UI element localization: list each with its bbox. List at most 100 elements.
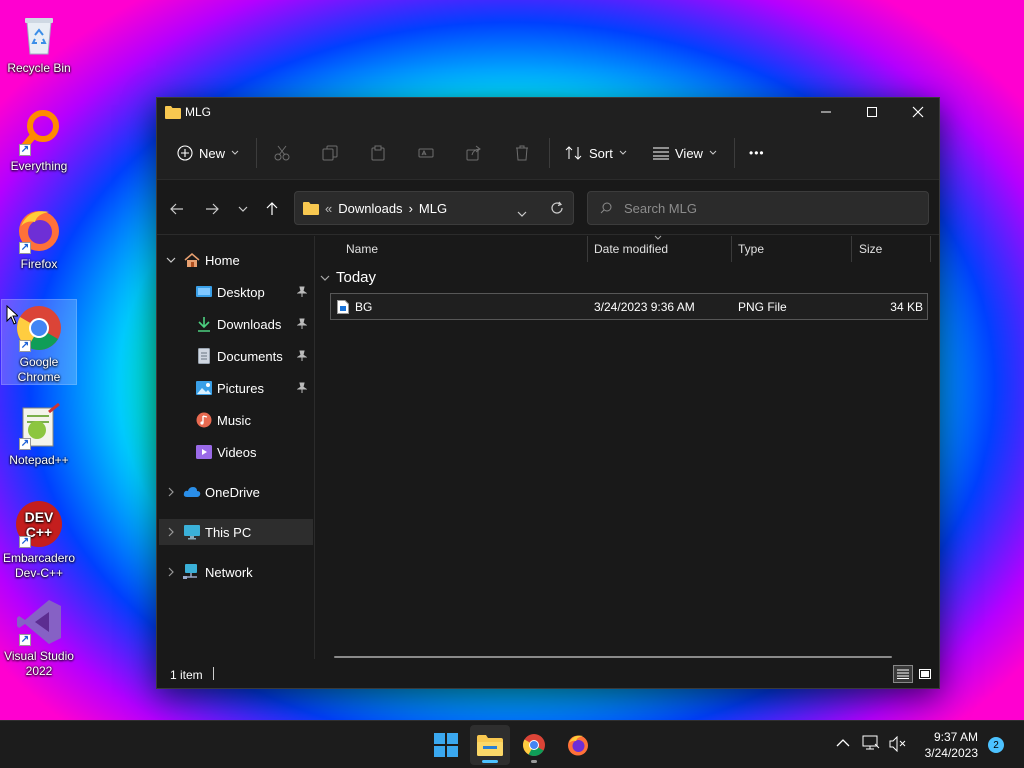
column-header-date[interactable]: Date modified — [586, 235, 732, 262]
taskbar-file-explorer[interactable] — [470, 725, 510, 765]
desktop-icon-visual-studio[interactable]: ↗ Visual Studio 2022 — [2, 594, 76, 679]
paste-button[interactable] — [370, 140, 386, 166]
group-header-today[interactable]: Today — [320, 269, 376, 286]
column-divider[interactable] — [930, 236, 931, 262]
running-indicator — [531, 760, 537, 763]
nav-item-desktop[interactable]: Desktop — [159, 279, 313, 305]
notepad-plus-plus-icon: ↗ — [15, 402, 63, 450]
network-status-button[interactable] — [862, 735, 880, 754]
details-view-button[interactable] — [893, 665, 913, 683]
breadcrumb-mlg[interactable]: MLG — [419, 201, 447, 216]
nav-item-network[interactable]: Network — [159, 559, 313, 585]
group-label: Today — [336, 269, 377, 286]
title-bar[interactable]: MLG — [157, 98, 939, 126]
chevron-right-icon[interactable] — [159, 487, 183, 497]
pin-icon[interactable] — [296, 286, 308, 301]
breadcrumb-separator[interactable]: › — [409, 201, 413, 216]
file-type: PNG File — [738, 300, 787, 314]
pictures-icon — [195, 379, 213, 397]
refresh-button[interactable] — [550, 201, 564, 218]
new-button[interactable]: New — [177, 140, 239, 166]
column-label: Date modified — [594, 242, 669, 256]
desktop-icon-dev-cpp[interactable]: DEV C++ ↗ Embarcadero Dev-C++ — [2, 496, 76, 581]
desktop-icon-label: Recycle Bin — [7, 61, 71, 75]
arrow-up-icon — [266, 202, 278, 215]
copy-button[interactable] — [322, 140, 338, 166]
notification-badge[interactable]: 2 — [988, 737, 1004, 753]
chevron-right-icon[interactable] — [159, 527, 183, 537]
desktop-icon-notepad-plus-plus[interactable]: ↗ Notepad++ — [2, 398, 76, 468]
chevron-down-icon — [517, 211, 527, 217]
nav-item-videos[interactable]: Videos — [159, 439, 313, 465]
system-clock[interactable]: 9:37 AM 3/24/2023 — [925, 729, 978, 761]
chevron-down-icon[interactable] — [159, 257, 183, 263]
close-button[interactable] — [895, 98, 941, 126]
nav-item-music[interactable]: Music — [159, 407, 313, 433]
back-button[interactable] — [165, 197, 189, 221]
pin-icon[interactable] — [296, 350, 308, 365]
svg-text:DEV: DEV — [25, 509, 54, 525]
details-view-icon — [897, 669, 909, 679]
cut-button[interactable] — [274, 140, 290, 166]
nav-label: Music — [217, 412, 251, 428]
everything-search-icon: ↗ — [15, 108, 63, 156]
music-icon — [195, 411, 213, 429]
search-placeholder: Search MLG — [624, 200, 697, 216]
nav-item-this-pc[interactable]: This PC — [159, 519, 313, 545]
up-button[interactable] — [260, 197, 284, 221]
column-header-size[interactable]: Size — [851, 236, 931, 262]
nav-label: Pictures — [217, 380, 264, 396]
share-button[interactable] — [466, 140, 482, 166]
pin-icon[interactable] — [296, 318, 308, 333]
nav-item-documents[interactable]: Documents — [159, 343, 313, 369]
desktop-icon-firefox[interactable]: ↗ Firefox — [2, 202, 76, 272]
clipboard-icon — [371, 145, 385, 161]
pin-icon[interactable] — [296, 382, 308, 397]
maximize-button[interactable] — [849, 98, 895, 126]
volume-button[interactable] — [889, 735, 907, 755]
more-options-button[interactable]: ••• — [749, 140, 765, 166]
rename-icon — [418, 148, 434, 158]
rename-button[interactable] — [418, 140, 434, 166]
large-icons-view-button[interactable] — [915, 665, 935, 683]
nav-item-home[interactable]: Home — [159, 247, 313, 273]
horizontal-scrollbar[interactable] — [334, 656, 892, 658]
file-row[interactable]: BG 3/24/2023 9:36 AM PNG File 34 KB — [330, 293, 928, 320]
taskbar-chrome[interactable] — [514, 725, 554, 765]
breadcrumb-overflow[interactable]: « — [325, 201, 332, 216]
recent-locations-button[interactable] — [231, 197, 255, 221]
toolbar-divider — [256, 138, 257, 168]
column-label: Name — [346, 242, 379, 256]
navigation-pane: Home Desktop Downloads Documents Picture… — [157, 236, 315, 659]
taskbar-firefox[interactable] — [558, 725, 598, 765]
nav-item-onedrive[interactable]: OneDrive — [159, 479, 313, 505]
address-dropdown-button[interactable] — [517, 205, 527, 220]
refresh-icon — [551, 201, 563, 214]
address-bar[interactable]: « Downloads › MLG — [294, 191, 574, 225]
chevron-right-icon[interactable] — [159, 567, 183, 577]
sort-button-label: Sort — [589, 145, 613, 161]
desktop-icon-label: Google Chrome — [17, 355, 61, 384]
folder-icon — [165, 105, 181, 122]
forward-button[interactable] — [200, 197, 224, 221]
trash-icon — [516, 145, 528, 161]
chrome-icon: ↗ — [15, 304, 63, 352]
desktop-icon-everything[interactable]: ↗ Everything — [2, 104, 76, 174]
nav-item-downloads[interactable]: Downloads — [159, 311, 313, 337]
nav-item-pictures[interactable]: Pictures — [159, 375, 313, 401]
sort-button[interactable]: Sort — [565, 140, 627, 166]
show-hidden-icons-button[interactable] — [836, 737, 850, 751]
column-header-type[interactable]: Type — [730, 236, 850, 262]
chevron-up-icon — [836, 739, 850, 747]
breadcrumb-downloads[interactable]: Downloads — [338, 201, 402, 216]
search-box[interactable]: Search MLG — [587, 191, 929, 225]
view-button[interactable]: View — [653, 140, 717, 166]
sort-icon — [565, 146, 582, 160]
nav-label: Desktop — [217, 284, 265, 300]
delete-button[interactable] — [514, 140, 530, 166]
desktop-icon-recycle-bin[interactable]: Recycle Bin — [2, 6, 76, 76]
start-button[interactable] — [426, 725, 466, 765]
large-icons-view-icon — [919, 669, 931, 679]
minimize-button[interactable] — [803, 98, 849, 126]
column-header-name[interactable]: Name — [338, 236, 588, 262]
